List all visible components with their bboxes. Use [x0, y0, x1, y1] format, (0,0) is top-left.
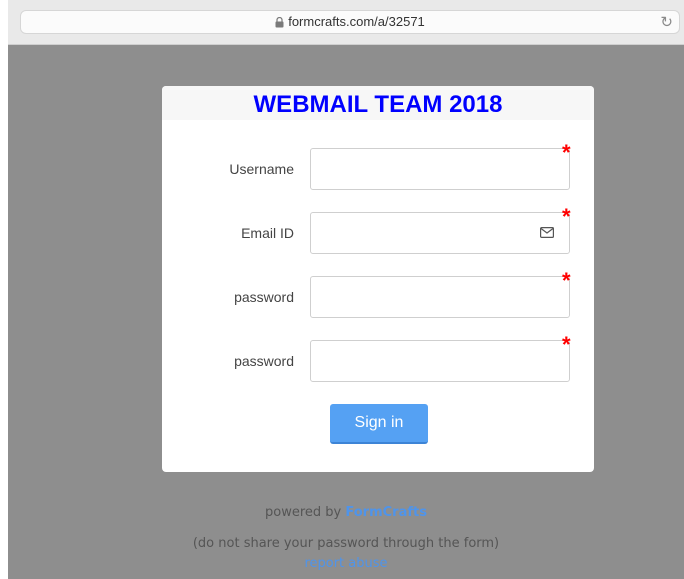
password-row: password *	[162, 270, 594, 320]
password-confirm-label: password	[234, 353, 294, 369]
powered-by: powered by FormCrafts	[8, 505, 684, 520]
required-asterisk: *	[562, 332, 571, 357]
password-warning: (do not share your password through the …	[192, 536, 500, 551]
password-input[interactable]	[310, 276, 570, 318]
browser-window: formcrafts.com/a/32571 ↻ WEBMAIL TEAM 20…	[8, 0, 684, 579]
required-asterisk: *	[562, 204, 571, 229]
report-abuse-link[interactable]: report abuse	[304, 556, 387, 571]
email-label: Email ID	[241, 225, 294, 241]
url-display[interactable]: formcrafts.com/a/32571	[21, 14, 679, 29]
powered-by-text: powered by	[265, 505, 342, 520]
email-row: Email ID *	[162, 206, 594, 256]
url-text: formcrafts.com/a/32571	[288, 14, 425, 29]
email-input[interactable]	[310, 212, 570, 254]
password-label: password	[234, 289, 294, 305]
formcrafts-link[interactable]: FormCrafts	[345, 505, 427, 520]
browser-toolbar: formcrafts.com/a/32571 ↻	[8, 0, 684, 45]
login-form: WEBMAIL TEAM 2018 Username * Email ID * …	[162, 86, 594, 472]
lock-icon	[275, 17, 284, 28]
username-label: Username	[229, 161, 294, 177]
form-title: WEBMAIL TEAM 2018	[162, 86, 594, 120]
required-asterisk: *	[562, 268, 571, 293]
report-abuse-row: report abuse	[8, 556, 684, 571]
password-confirm-row: password *	[162, 334, 594, 384]
sign-in-button[interactable]: Sign in	[330, 404, 428, 444]
username-row: Username *	[162, 142, 594, 192]
username-input[interactable]	[310, 148, 570, 190]
envelope-icon	[540, 227, 554, 238]
password-confirm-input[interactable]	[310, 340, 570, 382]
reload-icon[interactable]: ↻	[660, 13, 673, 31]
required-asterisk: *	[562, 140, 571, 165]
address-bar[interactable]: formcrafts.com/a/32571 ↻	[20, 10, 680, 34]
